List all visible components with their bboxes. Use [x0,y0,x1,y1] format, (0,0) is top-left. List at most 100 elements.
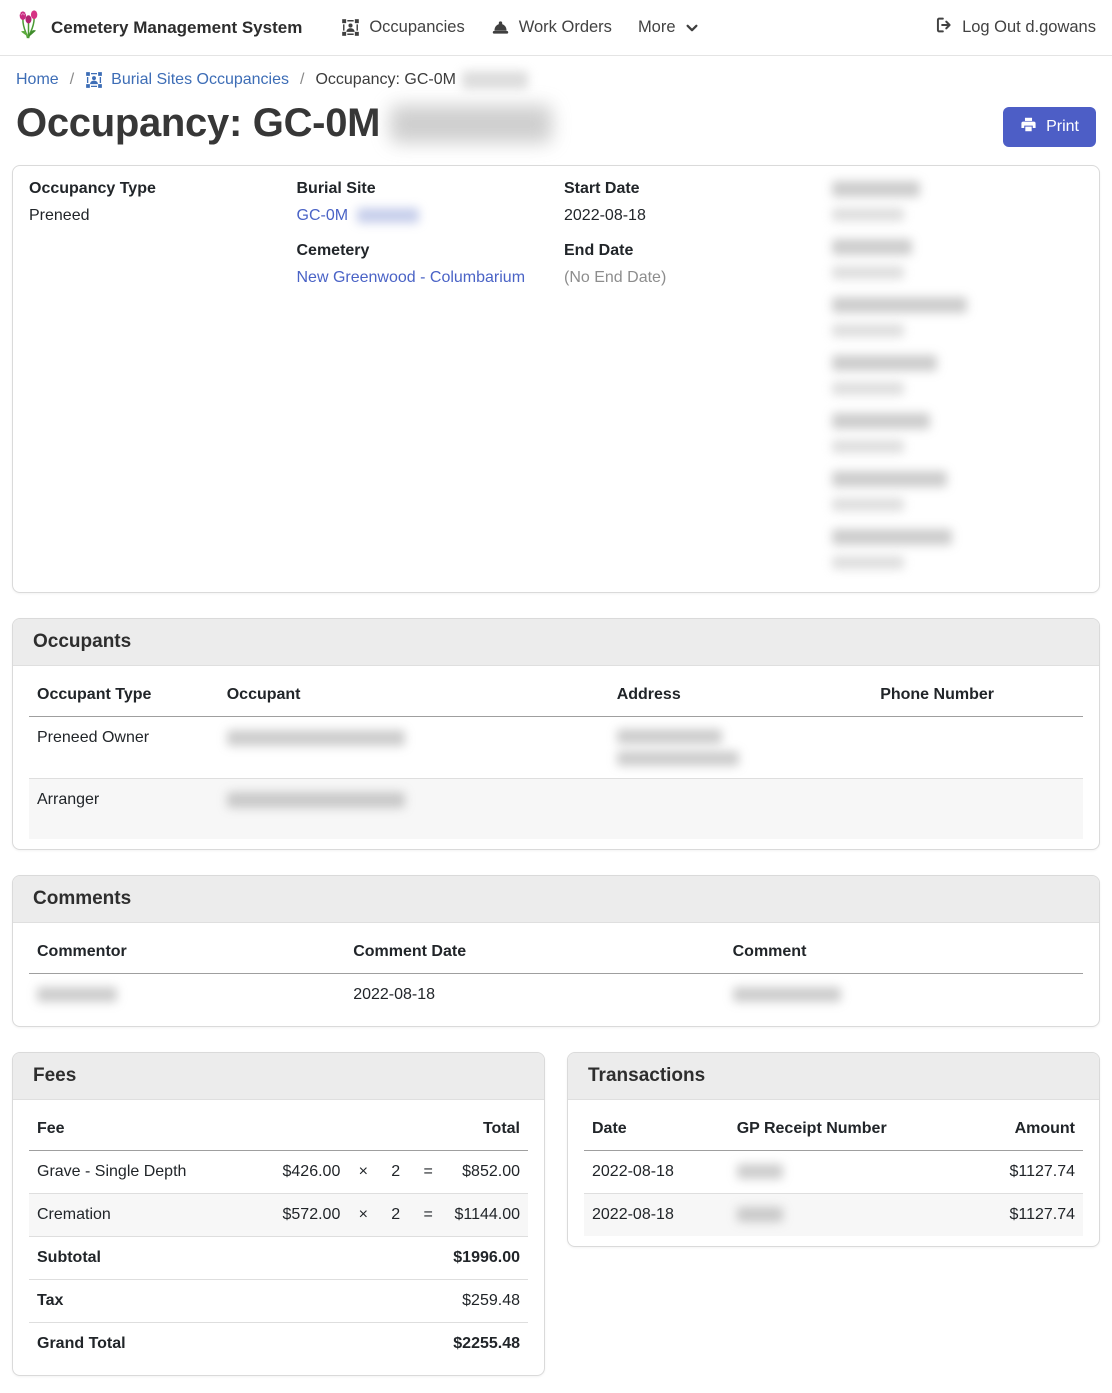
transactions-title: Transactions [568,1053,1099,1100]
details-col-1: Occupancy Type Preneed [29,180,281,586]
occupants-card: Occupants Occupant Type Occupant Address… [12,618,1100,850]
fees-title: Fees [13,1053,544,1100]
details-col-4-redacted [832,180,1084,586]
col-total: Total [443,1108,528,1151]
address-cell [609,779,873,840]
redacted-address-line [617,751,739,766]
table-row: Arranger [29,779,1083,840]
nav-label-more: More [638,18,676,37]
breadcrumb-separator: / [300,71,304,89]
col-occupant: Occupant [219,674,609,717]
occupants-table: Occupant Type Occupant Address Phone Num… [29,674,1083,839]
subtotal-row: Subtotal $1996.00 [29,1237,528,1280]
chevron-down-icon [685,21,699,35]
redacted-label [832,239,912,255]
occupancy-type-field: Occupancy Type Preneed [29,180,281,225]
subtotal-label: Subtotal [29,1237,249,1280]
occupancies-icon [85,71,103,89]
occupant-cell [219,717,609,779]
cemetery-link[interactable]: New Greenwood - Columbarium [297,269,526,286]
redacted-comment [733,987,841,1002]
fee-name-cell: Cremation [29,1194,249,1237]
phone-cell [872,717,1083,779]
burial-site-link[interactable]: GC-0M [297,207,349,224]
redacted-value [832,266,904,279]
col-occupant-type: Occupant Type [29,674,219,717]
start-date-value: 2022-08-18 [564,207,816,225]
fee-unit-cell: $572.00 [249,1194,349,1237]
occupancy-type-value: Preneed [29,207,281,225]
bottom-section: Fees Fee Total Grave - Single Depth [12,1052,1100,1376]
grand-total-row: Grand Total $2255.48 [29,1323,528,1366]
cemetery-label: Cemetery [297,242,549,260]
fee-unit-cell: $426.00 [249,1151,349,1194]
transactions-table: Date GP Receipt Number Amount 2022-08-18… [584,1108,1083,1236]
col-commentor: Commentor [29,931,345,974]
comment-cell [725,974,1083,1017]
col-amount: Amount [938,1108,1083,1151]
comments-title: Comments [13,876,1099,923]
breadcrumb-home[interactable]: Home [16,71,59,89]
redacted-value [832,382,904,395]
redacted-label [832,297,967,313]
logout-button[interactable]: Log Out d.gowans [935,16,1096,39]
breadcrumb: Home / Burial Sites Occupancies / Occupa… [0,56,1112,93]
fee-times-cell: × [348,1151,378,1194]
page-title: Occupancy: GC-0M [16,101,552,146]
occupancies-icon [341,18,360,37]
redacted-occupant-name [227,730,405,746]
nav-item-more[interactable]: More [638,18,699,37]
print-button-label: Print [1046,118,1079,136]
comments-card: Comments Commentor Comment Date Comment … [12,875,1100,1027]
gp-receipt-cell [729,1151,939,1194]
nav-item-work-orders[interactable]: Work Orders [491,18,612,37]
col-comment: Comment [725,931,1083,974]
nav-label-occupancies: Occupancies [369,18,464,37]
redacted-receipt-number [737,1207,783,1222]
redacted-title-id [390,105,552,143]
table-row: 2022-08-18 [29,974,1083,1017]
table-row: Preneed Owner [29,717,1083,779]
nav-label-work-orders: Work Orders [519,18,612,37]
print-button[interactable]: Print [1003,107,1096,147]
fee-qty-cell: 2 [378,1194,413,1237]
redacted-value [832,440,904,453]
transaction-date-cell: 2022-08-18 [584,1151,729,1194]
col-date: Date [584,1108,729,1151]
fee-equals-cell: = [413,1151,443,1194]
redacted-occupant-name [227,792,405,808]
table-row: Grave - Single Depth $426.00 × 2 = $852.… [29,1151,528,1194]
redacted-value [832,208,904,221]
start-date-field: Start Date 2022-08-18 [564,180,816,225]
fees-card: Fees Fee Total Grave - Single Depth [12,1052,545,1376]
app-title: Cemetery Management System [51,18,302,38]
details-grid: Occupancy Type Preneed Burial Site GC-0M… [13,166,1099,592]
app-brand[interactable]: Cemetery Management System [16,10,302,45]
breadcrumb-occupancies[interactable]: Burial Sites Occupancies [85,71,289,89]
commentor-cell [29,974,345,1017]
amount-cell: $1127.74 [938,1151,1083,1194]
col-comment-date: Comment Date [345,931,724,974]
breadcrumb-separator: / [70,71,74,89]
page-head: Occupancy: GC-0M Print [0,93,1112,165]
printer-icon [1020,116,1037,138]
top-navbar: Cemetery Management System Occupancies [0,0,1112,56]
occupant-type-cell: Preneed Owner [29,717,219,779]
end-date-field: End Date (No End Date) [564,242,816,287]
address-cell [609,717,873,779]
main-content: Occupancy Type Preneed Burial Site GC-0M… [0,165,1112,1386]
redacted-receipt-number [737,1164,783,1179]
nav-item-occupancies[interactable]: Occupancies [341,18,464,37]
redacted-label [832,181,920,197]
logout-label: Log Out d.gowans [962,18,1096,37]
logout-icon [935,16,953,39]
fee-total-cell: $1144.00 [443,1194,528,1237]
col-phone-number: Phone Number [872,674,1083,717]
fee-qty-cell: 2 [378,1151,413,1194]
redacted-value [832,556,904,569]
redacted-label [832,529,952,545]
table-row: 2022-08-18 $1127.74 [584,1194,1083,1237]
redacted-label [832,471,947,487]
redacted-breadcrumb-id [462,71,528,89]
burial-site-field: Burial Site GC-0M [297,180,549,225]
